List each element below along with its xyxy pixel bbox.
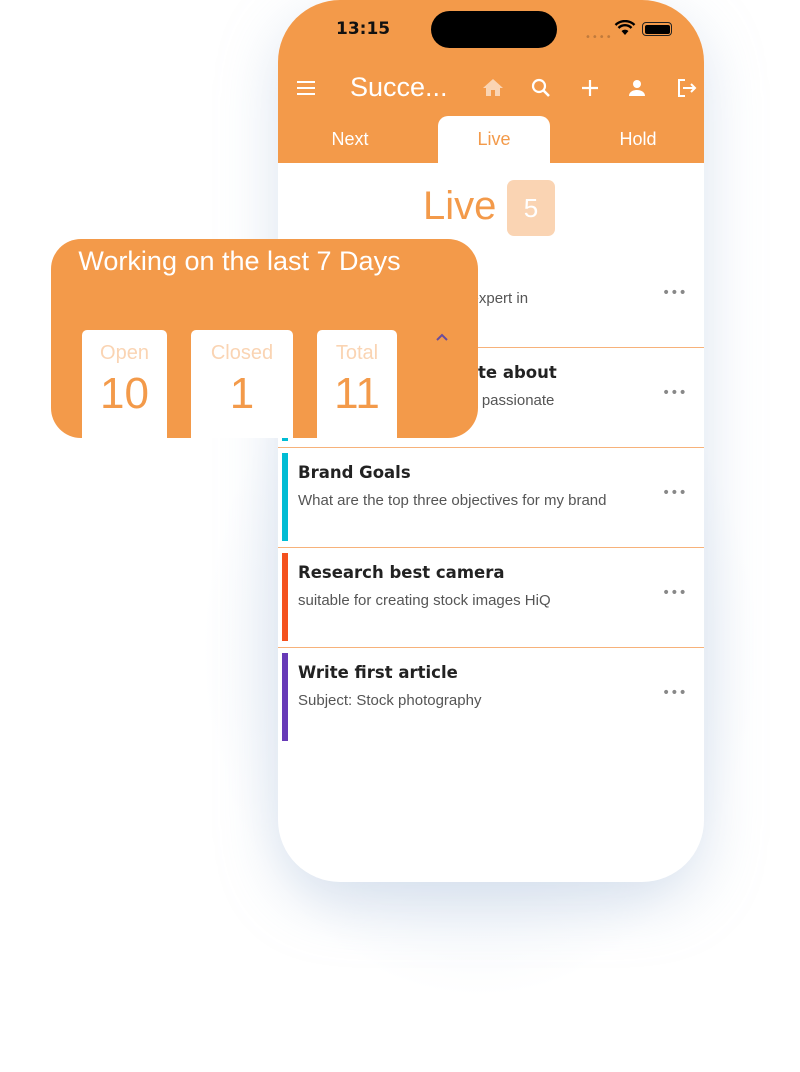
- battery-icon: [642, 22, 672, 36]
- task-title: te about: [478, 363, 557, 382]
- more-icon[interactable]: •••: [662, 485, 687, 501]
- task-item[interactable]: Write first article Subject: Stock photo…: [278, 647, 704, 747]
- person-icon[interactable]: [625, 76, 649, 100]
- home-icon[interactable]: [481, 76, 505, 100]
- task-title: Write first article: [298, 663, 458, 682]
- section-title: Live: [423, 184, 497, 228]
- tab-live[interactable]: Live: [438, 116, 550, 163]
- task-title: Brand Goals: [298, 463, 411, 482]
- count-badge: 5: [507, 180, 555, 236]
- stat-label: Open: [100, 342, 149, 364]
- plus-icon[interactable]: [578, 76, 602, 100]
- chevron-up-icon[interactable]: [434, 331, 450, 343]
- stat-total: Total 11: [317, 330, 397, 438]
- summary-title: Working on the last 7 Days: [78, 246, 401, 276]
- stat-value: 1: [229, 369, 255, 418]
- task-subtitle: suitable for creating stock images HiQ: [298, 592, 551, 609]
- more-icon[interactable]: •••: [662, 385, 687, 401]
- stat-value: 10: [100, 369, 149, 418]
- app-title: Succe...: [350, 72, 448, 102]
- logout-icon[interactable]: [674, 76, 698, 100]
- color-bar: [282, 453, 288, 541]
- tab-next[interactable]: Next: [294, 116, 406, 163]
- stat-label: Closed: [210, 342, 274, 364]
- stat-open: Open 10: [82, 330, 167, 438]
- color-bar: [282, 653, 288, 741]
- dynamic-island: [431, 11, 557, 48]
- stat-label: Total: [335, 342, 379, 364]
- task-item[interactable]: Brand Goals What are the top three objec…: [278, 447, 704, 548]
- more-icon[interactable]: •••: [662, 285, 687, 301]
- section-header: Live 5: [278, 170, 704, 242]
- task-item[interactable]: Research best camera suitable for creati…: [278, 547, 704, 648]
- stat-value: 11: [334, 369, 380, 418]
- status-time: 13:15: [336, 19, 391, 39]
- color-bar: [282, 553, 288, 641]
- task-subtitle: What are the top three objectives for my…: [298, 492, 607, 509]
- task-title: Research best camera: [298, 563, 505, 582]
- tab-hold[interactable]: Hold: [582, 116, 694, 163]
- search-icon[interactable]: [529, 76, 553, 100]
- wifi-icon: [614, 20, 636, 35]
- stat-closed: Closed 1: [191, 330, 293, 438]
- menu-icon[interactable]: [294, 76, 318, 100]
- app-header: 13:15 •••• Succe... Next Live Hold: [278, 0, 704, 163]
- more-icon[interactable]: •••: [662, 685, 687, 701]
- more-icon[interactable]: •••: [662, 585, 687, 601]
- task-subtitle: Subject: Stock photography: [298, 692, 482, 709]
- summary-card: Working on the last 7 Days Open 10 Close…: [51, 239, 478, 438]
- signal-icon: ••••: [585, 32, 613, 43]
- phone-frame: 13:15 •••• Succe... Next Live Hold Live …: [278, 0, 704, 882]
